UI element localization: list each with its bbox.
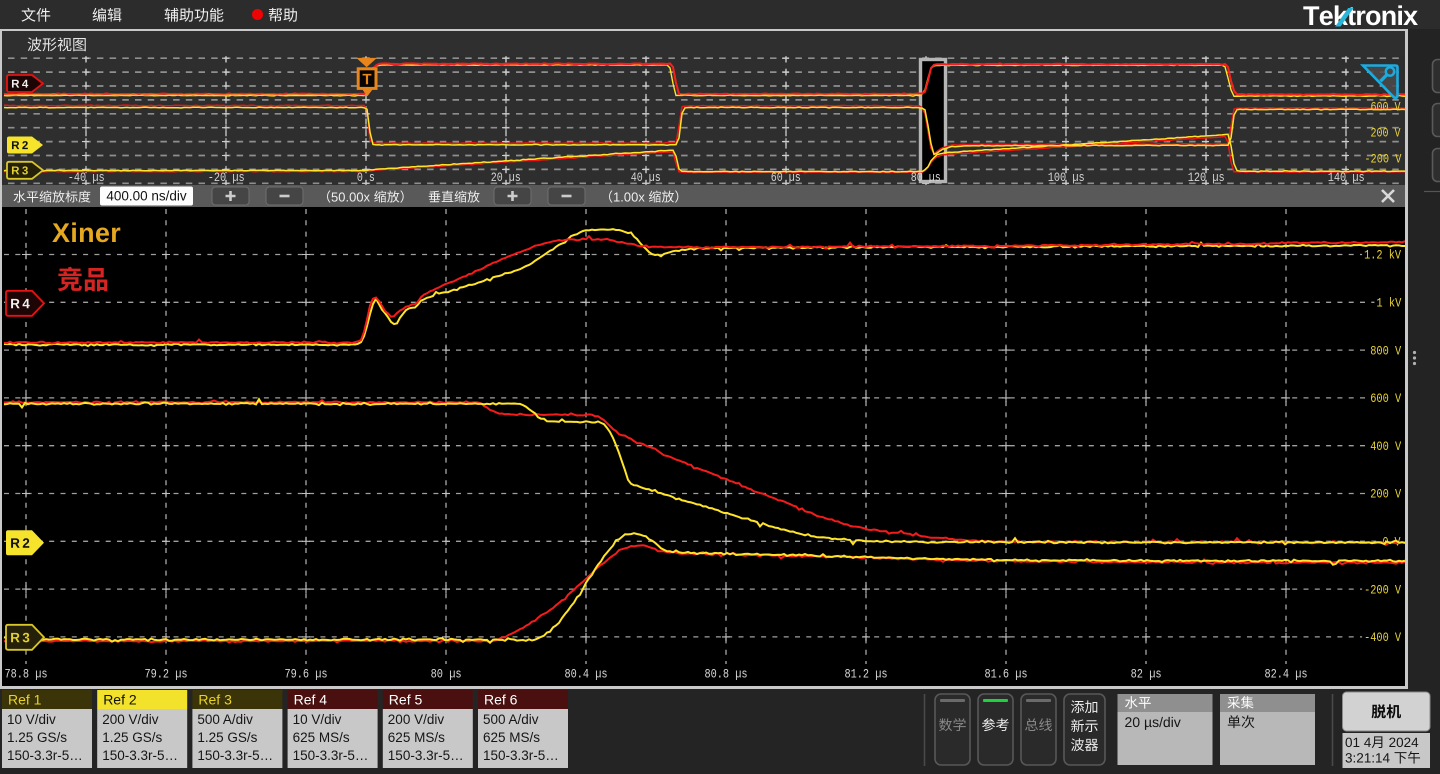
svg-text:81.2 µs: 81.2 µs [845,667,888,682]
svg-text:200 V/div: 200 V/div [388,712,445,727]
svg-text:78.8 µs: 78.8 µs [5,667,48,682]
svg-text:0 s: 0 s [357,171,375,185]
svg-text:Ref 5: Ref 5 [389,692,423,708]
svg-text:10 V/div: 10 V/div [293,712,342,727]
svg-text:-200 V: -200 V [1364,582,1401,597]
svg-text:625 MS/s: 625 MS/s [483,730,540,745]
svg-text:150-3.3r-5…: 150-3.3r-5… [293,748,369,763]
svg-text:150-3.3r-5…: 150-3.3r-5… [197,748,273,763]
svg-text:140 µs: 140 µs [1328,171,1365,185]
svg-text:100 µs: 100 µs [1048,171,1085,185]
svg-text:500 A/div: 500 A/div [197,712,253,727]
svg-text:Ref 6: Ref 6 [484,692,518,708]
svg-text:Ref 3: Ref 3 [198,692,232,708]
svg-text:Ref 1: Ref 1 [8,692,42,708]
svg-text:10 V/div: 10 V/div [7,712,56,727]
svg-text:Ref 4: Ref 4 [294,692,328,708]
svg-text:600 V: 600 V [1371,101,1401,115]
svg-text:150-3.3r-5…: 150-3.3r-5… [102,748,178,763]
svg-text:60 µs: 60 µs [771,171,801,185]
svg-text:20 µs: 20 µs [491,171,521,185]
svg-text:120 µs: 120 µs [1188,171,1225,185]
svg-text:200 V: 200 V [1371,127,1401,141]
svg-text:600 V: 600 V [1370,391,1401,406]
svg-text:1.25 GS/s: 1.25 GS/s [197,730,257,745]
svg-text:150-3.3r-5…: 150-3.3r-5… [388,748,464,763]
svg-text:400 V: 400 V [1370,439,1401,454]
svg-text:150-3.3r-5…: 150-3.3r-5… [7,748,83,763]
svg-text:500 A/div: 500 A/div [483,712,539,727]
svg-text:82 µs: 82 µs [1131,667,1162,682]
svg-text:Ref 2: Ref 2 [103,692,137,708]
svg-text:79.6 µs: 79.6 µs [285,667,328,682]
svg-text:1.25 GS/s: 1.25 GS/s [7,730,67,745]
svg-text:82.4 µs: 82.4 µs [1265,667,1308,682]
svg-text:800 V: 800 V [1370,343,1401,358]
svg-text:81.6 µs: 81.6 µs [985,667,1028,682]
svg-text:79.2 µs: 79.2 µs [145,667,188,682]
svg-text:80 µs: 80 µs [431,667,462,682]
svg-text:80.4 µs: 80.4 µs [565,667,608,682]
svg-text:625 MS/s: 625 MS/s [388,730,445,745]
svg-text:200 V/div: 200 V/div [102,712,159,727]
svg-text:-200 V: -200 V [1364,153,1401,167]
svg-text:1 kV: 1 kV [1376,296,1401,311]
svg-text:-40 µs: -40 µs [68,171,105,185]
svg-text:80 µs: 80 µs [911,171,941,185]
svg-text:-20 µs: -20 µs [208,171,245,185]
svg-text:1.25 GS/s: 1.25 GS/s [102,730,162,745]
svg-text:200 V: 200 V [1370,487,1401,502]
svg-text:1.2 kV: 1.2 kV [1364,248,1401,263]
svg-text:150-3.3r-5…: 150-3.3r-5… [483,748,559,763]
svg-text:-400 V: -400 V [1364,630,1401,645]
svg-text:80.8 µs: 80.8 µs [705,667,748,682]
svg-text:625 MS/s: 625 MS/s [293,730,350,745]
svg-text:400.00 ns/div: 400.00 ns/div [106,189,187,204]
svg-text:40 µs: 40 µs [631,171,661,185]
